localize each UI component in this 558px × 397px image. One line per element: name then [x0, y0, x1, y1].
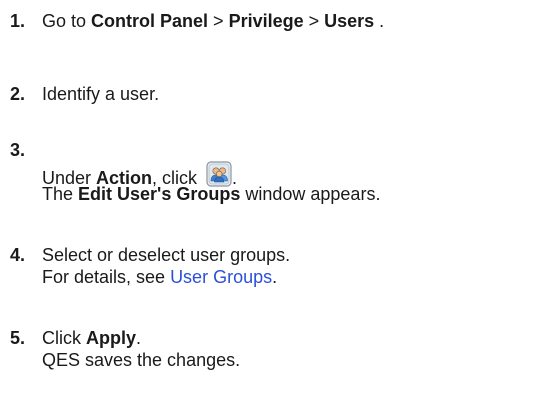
text-fragment: window appears.: [240, 184, 381, 204]
step-number: 4.: [10, 245, 26, 265]
text-fragment: .: [374, 11, 385, 31]
text-fragment: Identify a user.: [42, 84, 160, 104]
apply-label: Apply: [86, 328, 137, 348]
text-fragment: Select or deselect user groups.: [42, 245, 291, 265]
step-text: Select or deselect user groups. For deta…: [42, 244, 290, 288]
step-number: 5.: [10, 328, 26, 348]
step-number: 1.: [10, 11, 26, 31]
edit-users-groups-label: Edit User's Groups: [78, 184, 241, 204]
user-groups-link[interactable]: User Groups: [170, 267, 272, 287]
users-label: Users: [324, 11, 375, 31]
step-number: 2.: [10, 84, 26, 104]
text-fragment: .: [272, 267, 278, 287]
step-text: Click Apply. QES saves the changes.: [42, 327, 240, 371]
step-number: 3.: [10, 140, 26, 160]
text-fragment: Click: [42, 328, 86, 348]
control-panel-label: Control Panel: [91, 11, 209, 31]
text-fragment: The: [42, 184, 79, 204]
text-fragment: QES saves the changes.: [42, 350, 241, 370]
privilege-label: Privilege: [228, 11, 304, 31]
text-fragment: .: [136, 328, 142, 348]
separator: >: [208, 11, 229, 31]
text-fragment: For details, see: [42, 267, 171, 287]
separator: >: [303, 11, 325, 31]
text-fragment: Go to: [42, 11, 92, 31]
step-text: Under Action, click . The Edit User's Gr…: [42, 161, 380, 205]
step-text: Identify a user.: [42, 83, 159, 105]
step-text: Go to Control Panel > Privilege > Users …: [42, 10, 384, 32]
